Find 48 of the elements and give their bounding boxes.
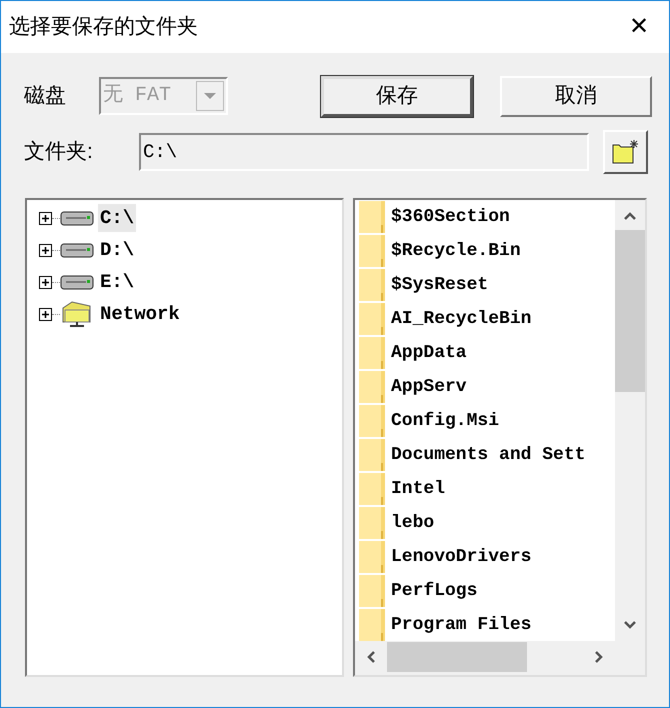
folder-icon — [359, 473, 385, 505]
folder-path-field[interactable]: C:\ — [139, 133, 589, 171]
folder-icon — [359, 235, 385, 267]
drive-icon — [60, 210, 94, 226]
drive-icon — [60, 242, 94, 258]
folder-item[interactable]: Intel — [391, 476, 446, 502]
dialog-button[interactable]: 取消 — [500, 76, 652, 116]
folder-icon — [359, 575, 385, 607]
disk-label: 磁盘 — [24, 83, 67, 110]
expand-icon[interactable] — [39, 276, 52, 288]
folder-item[interactable]: AI_RecycleBin — [391, 306, 532, 332]
drive-icon — [60, 274, 94, 290]
folder-item[interactable]: Program Files — [391, 612, 532, 638]
tree-item[interactable]: C:\ — [98, 204, 136, 232]
folder-item[interactable]: $360Section — [391, 204, 510, 230]
folder-icon — [359, 507, 385, 539]
folder-label: 文件夹: — [24, 139, 94, 166]
expand-icon[interactable] — [39, 212, 52, 224]
dialog-button[interactable]: 保存 — [321, 76, 473, 116]
folder-item[interactable]: $Recycle.Bin — [391, 238, 521, 264]
folder-icon — [359, 439, 385, 471]
folder-icon — [359, 303, 385, 335]
folder-item[interactable]: AppData — [391, 340, 467, 366]
folder-icon — [359, 541, 385, 573]
window-title: 选择要保存的文件夹 — [9, 14, 198, 40]
folder-sparkle-icon — [610, 139, 640, 165]
folder-icon — [359, 609, 385, 641]
scrollbar-thumb[interactable] — [387, 642, 527, 672]
folder-icon — [359, 201, 385, 233]
close-button[interactable]: ✕ — [609, 2, 669, 52]
tree-item[interactable]: D:\ — [98, 236, 136, 264]
folder-item[interactable]: $SysReset — [391, 272, 488, 298]
expand-icon[interactable] — [39, 244, 52, 256]
folder-item[interactable]: LenovoDrivers — [391, 544, 532, 570]
folder-icon — [359, 371, 385, 403]
folder-item[interactable]: lebo — [391, 510, 434, 536]
scrollbar-thumb[interactable] — [615, 230, 645, 392]
folder-icon — [359, 405, 385, 437]
folder-item[interactable]: Config.Msi — [391, 408, 500, 434]
new-folder-button[interactable] — [603, 130, 648, 174]
expand-icon[interactable] — [39, 308, 52, 320]
folder-item[interactable]: Documents and Sett — [391, 442, 586, 468]
tree-item[interactable]: Network — [98, 300, 182, 328]
tree-item[interactable]: E:\ — [98, 268, 136, 296]
folder-item[interactable]: AppServ — [391, 374, 467, 400]
folder-icon — [359, 269, 385, 301]
folder-item[interactable]: PerfLogs — [391, 578, 478, 604]
folder-icon — [359, 337, 385, 369]
